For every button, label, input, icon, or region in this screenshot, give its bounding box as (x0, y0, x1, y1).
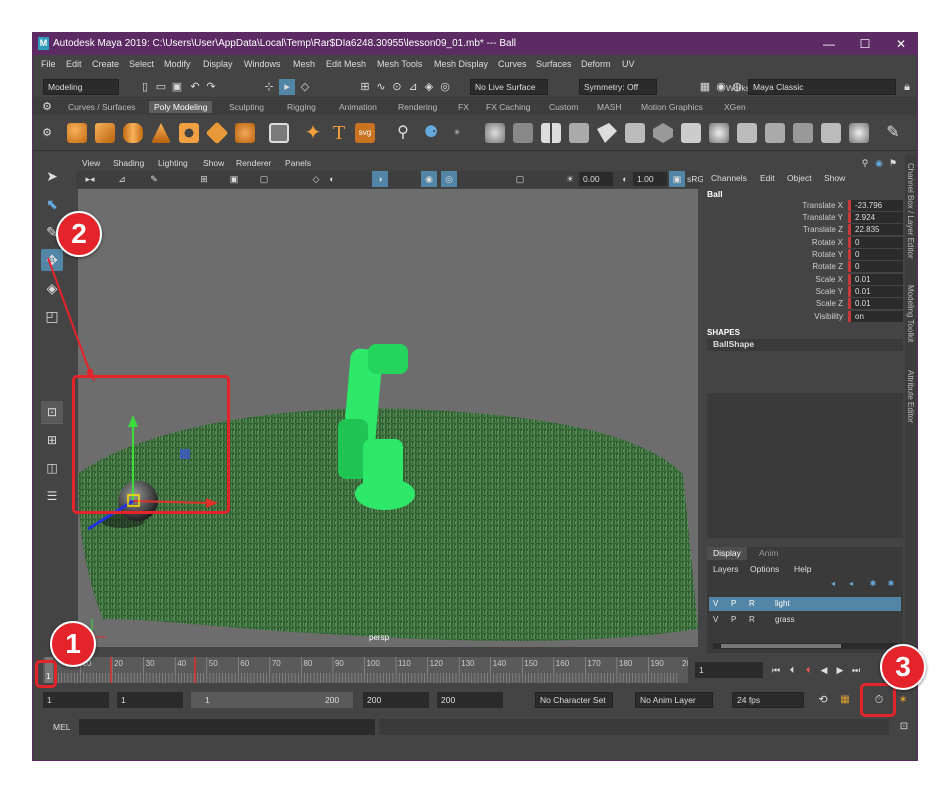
annotation-arrow-svg (47, 257, 95, 382)
annotation-badge-2: 2 (56, 211, 102, 257)
annotation-badge-1: 1 (50, 621, 96, 667)
annotation-badge-3: 3 (880, 644, 926, 690)
